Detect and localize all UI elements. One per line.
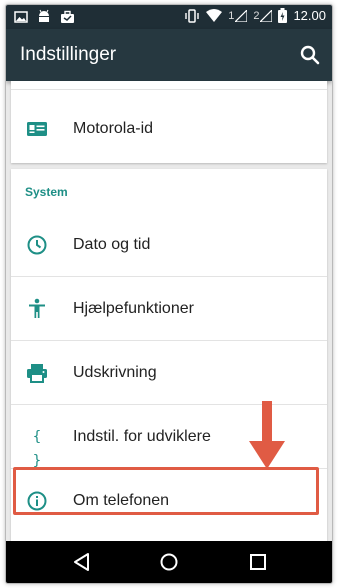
- accessibility-icon: [29, 298, 45, 318]
- settings-card-system: System Dato og tid Hjælpefunktioner Udsk…: [11, 169, 327, 541]
- printer-icon: [27, 364, 47, 383]
- battery-charging-icon: [278, 8, 288, 23]
- signal-icon: [235, 9, 248, 22]
- settings-item-label: Dato og tid: [73, 236, 151, 253]
- settings-item-label: Hjælpefunktioner: [73, 300, 194, 317]
- settings-item-label: Motorola-id: [73, 120, 154, 137]
- search-icon[interactable]: [298, 43, 322, 67]
- settings-card-top: Motorola-id: [11, 81, 327, 163]
- settings-item-date-time[interactable]: Dato og tid: [11, 213, 327, 277]
- section-header-system: System: [25, 185, 68, 199]
- briefcase-notification-icon: [61, 10, 74, 23]
- status-bar: 1 2 12.00: [6, 5, 332, 29]
- back-icon[interactable]: [70, 550, 94, 574]
- navigation-bar: [6, 541, 332, 583]
- status-time: 12.00: [293, 8, 326, 23]
- divider: [11, 89, 327, 90]
- image-notification-icon: [14, 10, 28, 23]
- clock-icon: [27, 235, 47, 255]
- settings-item-label: Udskrivning: [73, 364, 157, 381]
- android-notification-icon: [39, 9, 49, 22]
- device-frame: 1 2 12.00 Indstillinger Motorola-id Syst…: [5, 4, 333, 584]
- settings-item-accessibility[interactable]: Hjælpefunktioner: [11, 277, 327, 341]
- vibrate-icon: [185, 8, 199, 23]
- sim1-label: 1: [228, 9, 235, 22]
- braces-icon: { }: [32, 429, 42, 469]
- settings-item-motorola-id[interactable]: Motorola-id: [11, 97, 327, 161]
- home-icon[interactable]: [157, 550, 181, 574]
- id-card-icon: [27, 122, 47, 136]
- app-bar: Indstillinger: [6, 29, 332, 81]
- settings-item-label: Indstil. for udviklere: [73, 428, 211, 445]
- sim2-label: 2: [253, 9, 260, 22]
- page-title: Indstillinger: [20, 44, 117, 65]
- settings-item-printing[interactable]: Udskrivning: [11, 341, 327, 405]
- highlight-box: [13, 467, 319, 515]
- signal-icon: [260, 9, 273, 22]
- recents-icon[interactable]: [246, 550, 270, 574]
- wifi-icon: [206, 9, 223, 22]
- arrow-down-icon: [249, 401, 285, 469]
